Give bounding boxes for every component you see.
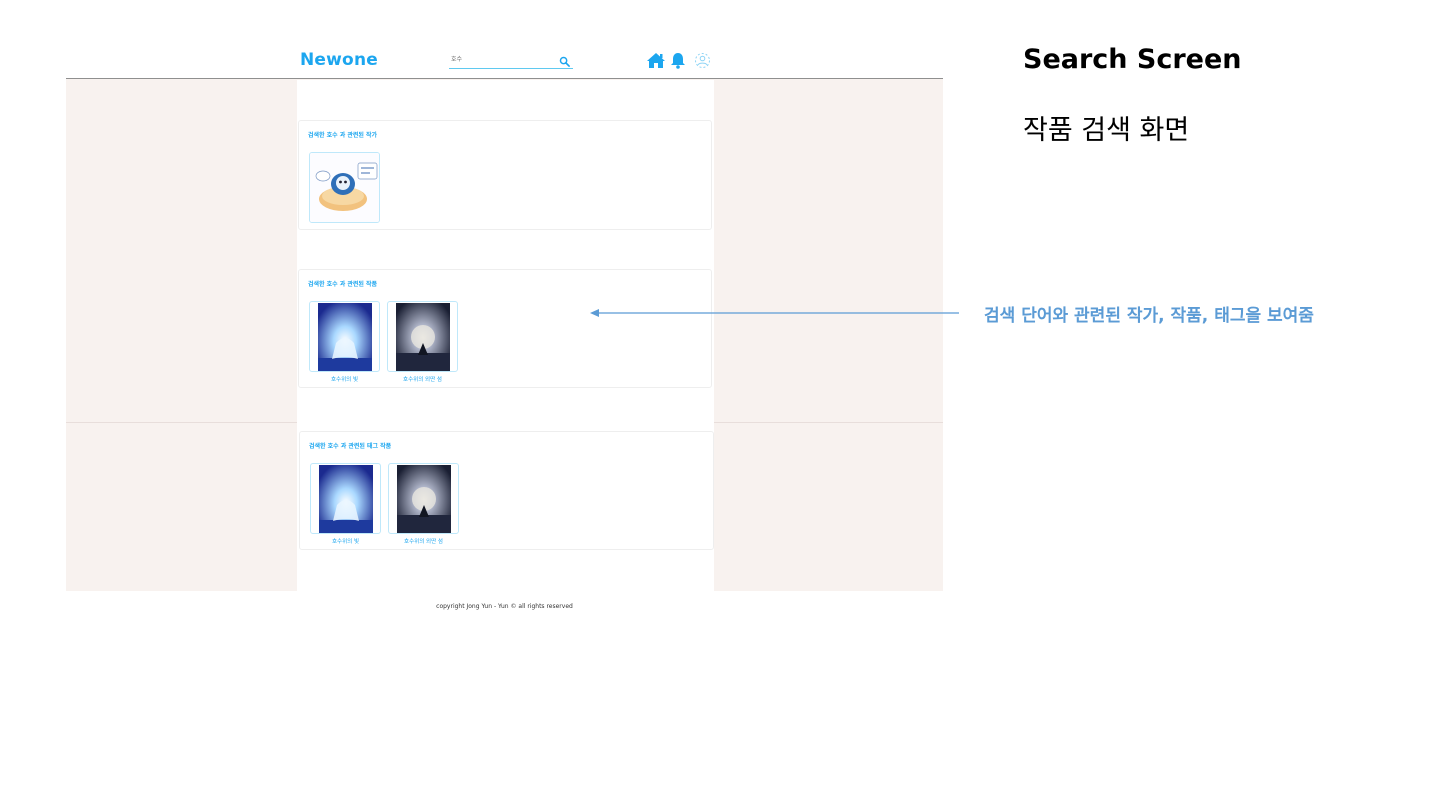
artwork-image xyxy=(397,465,451,533)
artwork-card[interactable] xyxy=(310,463,381,534)
artwork-image xyxy=(318,303,372,371)
annotation-subtitle: 작품 검색 화면 xyxy=(1023,115,1190,146)
profile-icon[interactable] xyxy=(694,52,711,69)
section-title: 검색한 호수 과 관련된 태그 작품 xyxy=(309,443,392,450)
search-input[interactable]: 호수 xyxy=(449,52,573,69)
search-results-column: 검색한 호수 과 관련된 작가 검색한 호수 과 관련된 작품 호수위의 빛 호… xyxy=(297,80,714,591)
related-artists-section: 검색한 호수 과 관련된 작가 xyxy=(298,120,712,230)
annotation-arrow-icon xyxy=(590,309,959,317)
annotation-note: 검색 단어와 관련된 작가, 작품, 태그을 보여줌 xyxy=(984,306,1314,326)
search-input-value: 호수 xyxy=(451,56,463,63)
artwork-card[interactable] xyxy=(387,301,458,372)
artwork-card[interactable] xyxy=(388,463,459,534)
home-icon[interactable] xyxy=(646,52,666,69)
artwork-card[interactable] xyxy=(309,301,380,372)
annotation-title: Search Screen xyxy=(1023,44,1242,75)
top-navigation-bar: Newone 호수 xyxy=(66,39,943,79)
artwork-caption[interactable]: 호수위의 빛 xyxy=(310,537,381,545)
artist-card[interactable] xyxy=(309,152,380,223)
footer-copyright: copyright Jong Yun - Yun © all rights re… xyxy=(436,603,573,610)
logo[interactable]: Newone xyxy=(300,50,378,70)
section-title: 검색한 호수 과 관련된 작가 xyxy=(308,132,378,139)
artwork-image xyxy=(396,303,450,371)
search-icon[interactable] xyxy=(559,56,570,67)
artwork-caption[interactable]: 호수위의 빛 xyxy=(309,375,380,383)
related-tag-works-section: 검색한 호수 과 관련된 태그 작품 호수위의 빛 호수위의 외딴 섬 xyxy=(299,431,714,550)
artwork-caption[interactable]: 호수위의 외딴 섬 xyxy=(387,375,458,383)
artwork-caption[interactable]: 호수위의 외딴 섬 xyxy=(388,537,459,545)
artist-avatar-illustration xyxy=(310,153,379,222)
related-works-section: 검색한 호수 과 관련된 작품 호수위의 빛 호수위의 외딴 섬 xyxy=(298,269,712,388)
bell-icon[interactable] xyxy=(670,52,686,69)
artwork-image xyxy=(319,465,373,533)
section-title: 검색한 호수 과 관련된 작품 xyxy=(308,281,378,288)
